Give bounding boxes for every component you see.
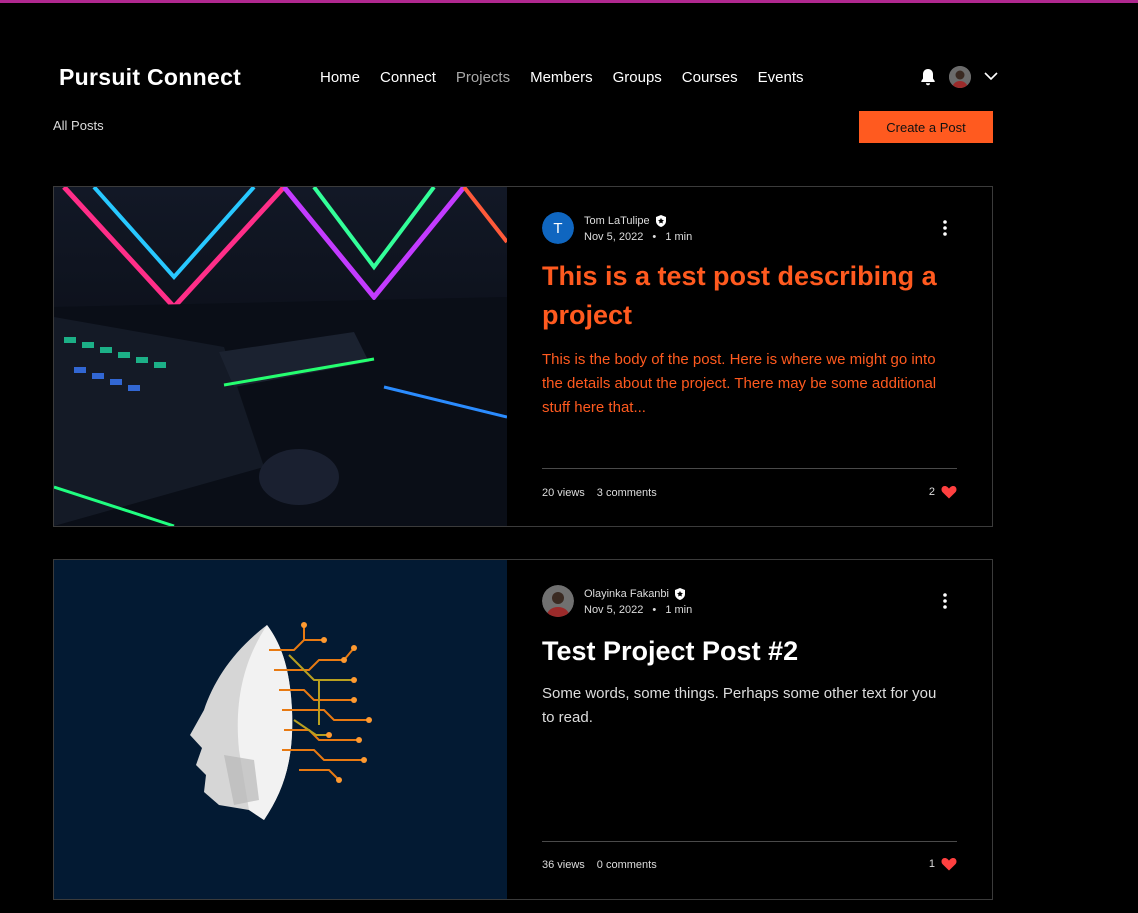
read-time: 1 min	[665, 231, 693, 243]
post-title[interactable]: This is a test post describing a project	[542, 257, 962, 335]
post-excerpt[interactable]: Some words, some things. Perhaps some ot…	[542, 682, 952, 730]
post-stats: 20 views 3 comments	[542, 487, 657, 499]
post-meta: Nov 5, 2022 • 1 min	[584, 604, 693, 616]
comments-count[interactable]: 3 comments	[597, 487, 657, 499]
post-stats: 36 views 0 comments	[542, 859, 657, 871]
post-cover-image[interactable]	[54, 560, 507, 899]
user-avatar[interactable]	[949, 66, 971, 88]
chevron-down-icon[interactable]	[983, 70, 999, 82]
post-cover-image[interactable]	[54, 187, 507, 526]
likes-count: 2	[928, 486, 935, 498]
author-avatar[interactable]: T	[542, 212, 574, 244]
divider	[542, 841, 957, 842]
read-time: 1 min	[665, 604, 693, 616]
nav-members[interactable]: Members	[530, 69, 593, 86]
nav-projects[interactable]: Projects	[456, 69, 510, 86]
heart-icon[interactable]	[941, 857, 957, 871]
avatar-letter: T	[553, 220, 562, 237]
post-excerpt[interactable]: This is the body of the post. Here is wh…	[542, 348, 952, 420]
admin-badge-icon	[655, 215, 666, 227]
post-date: Nov 5, 2022	[584, 231, 644, 243]
divider	[542, 468, 957, 469]
nav-connect[interactable]: Connect	[380, 69, 436, 86]
create-post-button[interactable]: Create a Post	[859, 111, 993, 143]
nav-home[interactable]: Home	[320, 69, 360, 86]
author-name[interactable]: Tom LaTulipe	[584, 214, 668, 228]
nav-courses[interactable]: Courses	[682, 69, 738, 86]
comments-count[interactable]: 0 comments	[597, 859, 657, 871]
author-avatar[interactable]	[542, 585, 574, 617]
nav-groups[interactable]: Groups	[613, 69, 662, 86]
site-logo[interactable]: Pursuit Connect	[59, 64, 241, 91]
post-card[interactable]: T Tom LaTulipe Nov 5, 2022 • 1 min This …	[53, 186, 993, 527]
views-count: 20 views	[542, 487, 585, 499]
author-name-text[interactable]: Olayinka Fakanbi	[584, 588, 669, 600]
likes[interactable]: 2	[929, 485, 957, 499]
likes-count: 1	[928, 858, 935, 870]
more-actions-icon[interactable]	[940, 591, 950, 611]
post-meta: Nov 5, 2022 • 1 min	[584, 231, 693, 243]
author-name[interactable]: Olayinka Fakanbi	[584, 587, 687, 601]
heart-icon[interactable]	[941, 485, 957, 499]
post-date: Nov 5, 2022	[584, 604, 644, 616]
likes[interactable]: 1	[929, 857, 957, 871]
post-title[interactable]: Test Project Post #2	[542, 632, 962, 671]
views-count: 36 views	[542, 859, 585, 871]
author-name-text[interactable]: Tom LaTulipe	[584, 215, 650, 227]
notification-bell-icon[interactable]	[918, 67, 938, 87]
admin-badge-icon	[675, 588, 685, 600]
post-card[interactable]: Olayinka Fakanbi Nov 5, 2022 • 1 min Tes…	[53, 559, 993, 900]
nav-events[interactable]: Events	[758, 69, 804, 86]
all-posts-link[interactable]: All Posts	[53, 118, 104, 133]
top-accent-line	[0, 0, 1138, 3]
main-nav: Home Connect Projects Members Groups Cou…	[320, 69, 804, 86]
more-actions-icon[interactable]	[940, 218, 950, 238]
